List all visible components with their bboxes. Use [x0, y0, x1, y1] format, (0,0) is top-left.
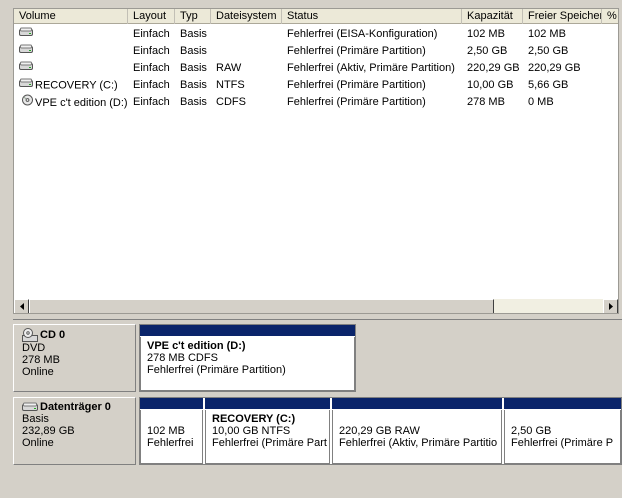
cd-volume-icon [22, 94, 33, 111]
volume-row[interactable]: Einfach Basis RAW Fehlerfrei (Aktiv, Pri… [14, 60, 618, 77]
partition-size: 10,00 GB NTFS [212, 425, 291, 437]
column-header-type[interactable]: Typ [175, 9, 211, 24]
volume-layout: Einfach [133, 62, 170, 74]
volume-type: Basis [180, 96, 207, 108]
scrollbar-thumb[interactable] [29, 299, 494, 313]
partition-status: Fehlerfrei [147, 437, 194, 449]
partition-size: 220,29 GB RAW [339, 425, 420, 437]
column-header-status[interactable]: Status [282, 9, 462, 24]
volume-capacity: 278 MB [467, 96, 505, 108]
disk-state: Online [22, 437, 54, 449]
volume-layout: Einfach [133, 45, 170, 57]
volume-filesystem: RAW [216, 62, 242, 74]
volume-layout: Einfach [133, 96, 170, 108]
volume-layout: Einfach [133, 79, 170, 91]
volume-type: Basis [180, 28, 207, 40]
disk-type: Basis [22, 413, 49, 425]
disk-volume-icon [19, 26, 33, 43]
partition-area-cd0: VPE c't edition (D:) 278 MB CDFS Fehlerf… [139, 324, 356, 392]
volume-status: Fehlerfrei (Primäre Partition) [287, 79, 426, 91]
volume-free-space: 0 MB [528, 96, 554, 108]
disk-size: 232,89 GB [22, 425, 75, 437]
arrow-right-icon [608, 303, 613, 310]
volume-layout: Einfach [133, 28, 170, 40]
disk-size: 278 MB [22, 354, 60, 366]
disk-type: DVD [22, 342, 46, 354]
column-header-volume[interactable]: Volume [14, 9, 128, 24]
scroll-right-button[interactable] [603, 299, 618, 313]
pane-splitter[interactable] [13, 314, 622, 320]
volume-name: VPE c't edition (D:) [35, 96, 128, 109]
partition-size: 278 MB CDFS [147, 352, 218, 364]
partition-block[interactable]: 2,50 GB Fehlerfrei (Primäre P [504, 398, 621, 464]
partition-header-bar [140, 325, 355, 336]
volume-list[interactable]: Volume Layout Typ Dateisystem Status Kap… [13, 8, 619, 314]
partition-block[interactable]: VPE c't edition (D:) 278 MB CDFS Fehlerf… [140, 325, 355, 391]
volume-filesystem: NTFS [216, 79, 245, 91]
partition-size: 102 MB [147, 425, 185, 437]
partition-area-disk0: 102 MB Fehlerfrei RECOVERY (C:) 10,00 GB… [139, 397, 622, 465]
volume-row[interactable]: VPE c't edition (D:) Einfach Basis CDFS … [14, 94, 618, 111]
column-header-filesystem[interactable]: Dateisystem [211, 9, 282, 24]
scroll-left-button[interactable] [14, 299, 29, 313]
volume-type: Basis [180, 62, 207, 74]
horizontal-scrollbar[interactable] [14, 298, 618, 313]
disk-info-cd0[interactable]: CD 0 DVD 278 MB Online [13, 324, 136, 392]
partition-size: 2,50 GB [511, 425, 552, 437]
volume-capacity: 220,29 GB [467, 62, 520, 74]
hard-disk-icon [22, 402, 38, 411]
partition-status: Fehlerfrei (Primäre P [511, 437, 614, 449]
volume-row[interactable]: Einfach Basis Fehlerfrei (Primäre Partit… [14, 43, 618, 60]
volume-row[interactable]: Einfach Basis Fehlerfrei (EISA-Konfigura… [14, 26, 618, 43]
disk-state: Online [22, 366, 54, 378]
partition-header-bar [140, 398, 203, 409]
column-header-free-space[interactable]: Freier Speicher [523, 9, 602, 24]
volume-free-space: 5,66 GB [528, 79, 569, 91]
partition-header-bar [504, 398, 621, 409]
disk-row-cd0: CD 0 DVD 278 MB Online VPE c't edition (… [13, 324, 622, 392]
volume-status: Fehlerfrei (Aktiv, Primäre Partition) [287, 62, 455, 74]
volume-status: Fehlerfrei (Primäre Partition) [287, 45, 426, 57]
partition-block[interactable]: 220,29 GB RAW Fehlerfrei (Aktiv, Primäre… [332, 398, 502, 464]
volume-row[interactable]: RECOVERY (C:) Einfach Basis NTFS Fehlerf… [14, 77, 618, 94]
volume-capacity: 10,00 GB [467, 79, 514, 91]
volume-free-space: 2,50 GB [528, 45, 569, 57]
column-header-capacity[interactable]: Kapazität [462, 9, 523, 24]
volume-type: Basis [180, 79, 207, 91]
list-header: Volume Layout Typ Dateisystem Status Kap… [14, 9, 618, 24]
volume-free-space: 220,29 GB [528, 62, 581, 74]
arrow-left-icon [19, 303, 24, 310]
cd-drive-icon [22, 328, 38, 342]
disk-name: Datenträger 0 [40, 401, 111, 413]
volume-status: Fehlerfrei (EISA-Konfiguration) [287, 28, 438, 40]
volume-type: Basis [180, 45, 207, 57]
partition-name: VPE c't edition (D:) [147, 340, 246, 352]
partition-block[interactable]: RECOVERY (C:) 10,00 GB NTFS Fehlerfrei (… [205, 398, 330, 464]
disk-name: CD 0 [40, 329, 66, 341]
column-header-layout[interactable]: Layout [128, 9, 175, 24]
volume-filesystem [211, 26, 282, 43]
volume-filesystem [211, 43, 282, 60]
volume-status: Fehlerfrei (Primäre Partition) [287, 96, 426, 108]
partition-status: Fehlerfrei (Primäre Partition) [147, 364, 286, 376]
partition-status: Fehlerfrei (Primäre Part [212, 437, 327, 449]
partition-name: RECOVERY (C:) [212, 413, 296, 425]
column-header-percent-free[interactable]: % [602, 9, 618, 24]
disk-info-disk0[interactable]: Datenträger 0 Basis 232,89 GB Online [13, 397, 136, 465]
volume-name: RECOVERY (C:) [35, 79, 118, 92]
partition-header-bar [205, 398, 330, 409]
partition-block[interactable]: 102 MB Fehlerfrei [140, 398, 203, 464]
volume-free-space: 102 MB [528, 28, 566, 40]
disk-row-disk0: Datenträger 0 Basis 232,89 GB Online 102… [13, 397, 622, 465]
partition-status: Fehlerfrei (Aktiv, Primäre Partitio [339, 437, 498, 449]
disk-management-window: Volume Layout Typ Dateisystem Status Kap… [13, 0, 622, 498]
partition-header-bar [332, 398, 502, 409]
disk-volume-icon [19, 43, 33, 60]
disk-volume-icon [19, 60, 33, 77]
volume-filesystem: CDFS [216, 96, 246, 108]
volume-capacity: 2,50 GB [467, 45, 508, 57]
volume-capacity: 102 MB [467, 28, 505, 40]
disk-volume-icon [19, 77, 33, 94]
